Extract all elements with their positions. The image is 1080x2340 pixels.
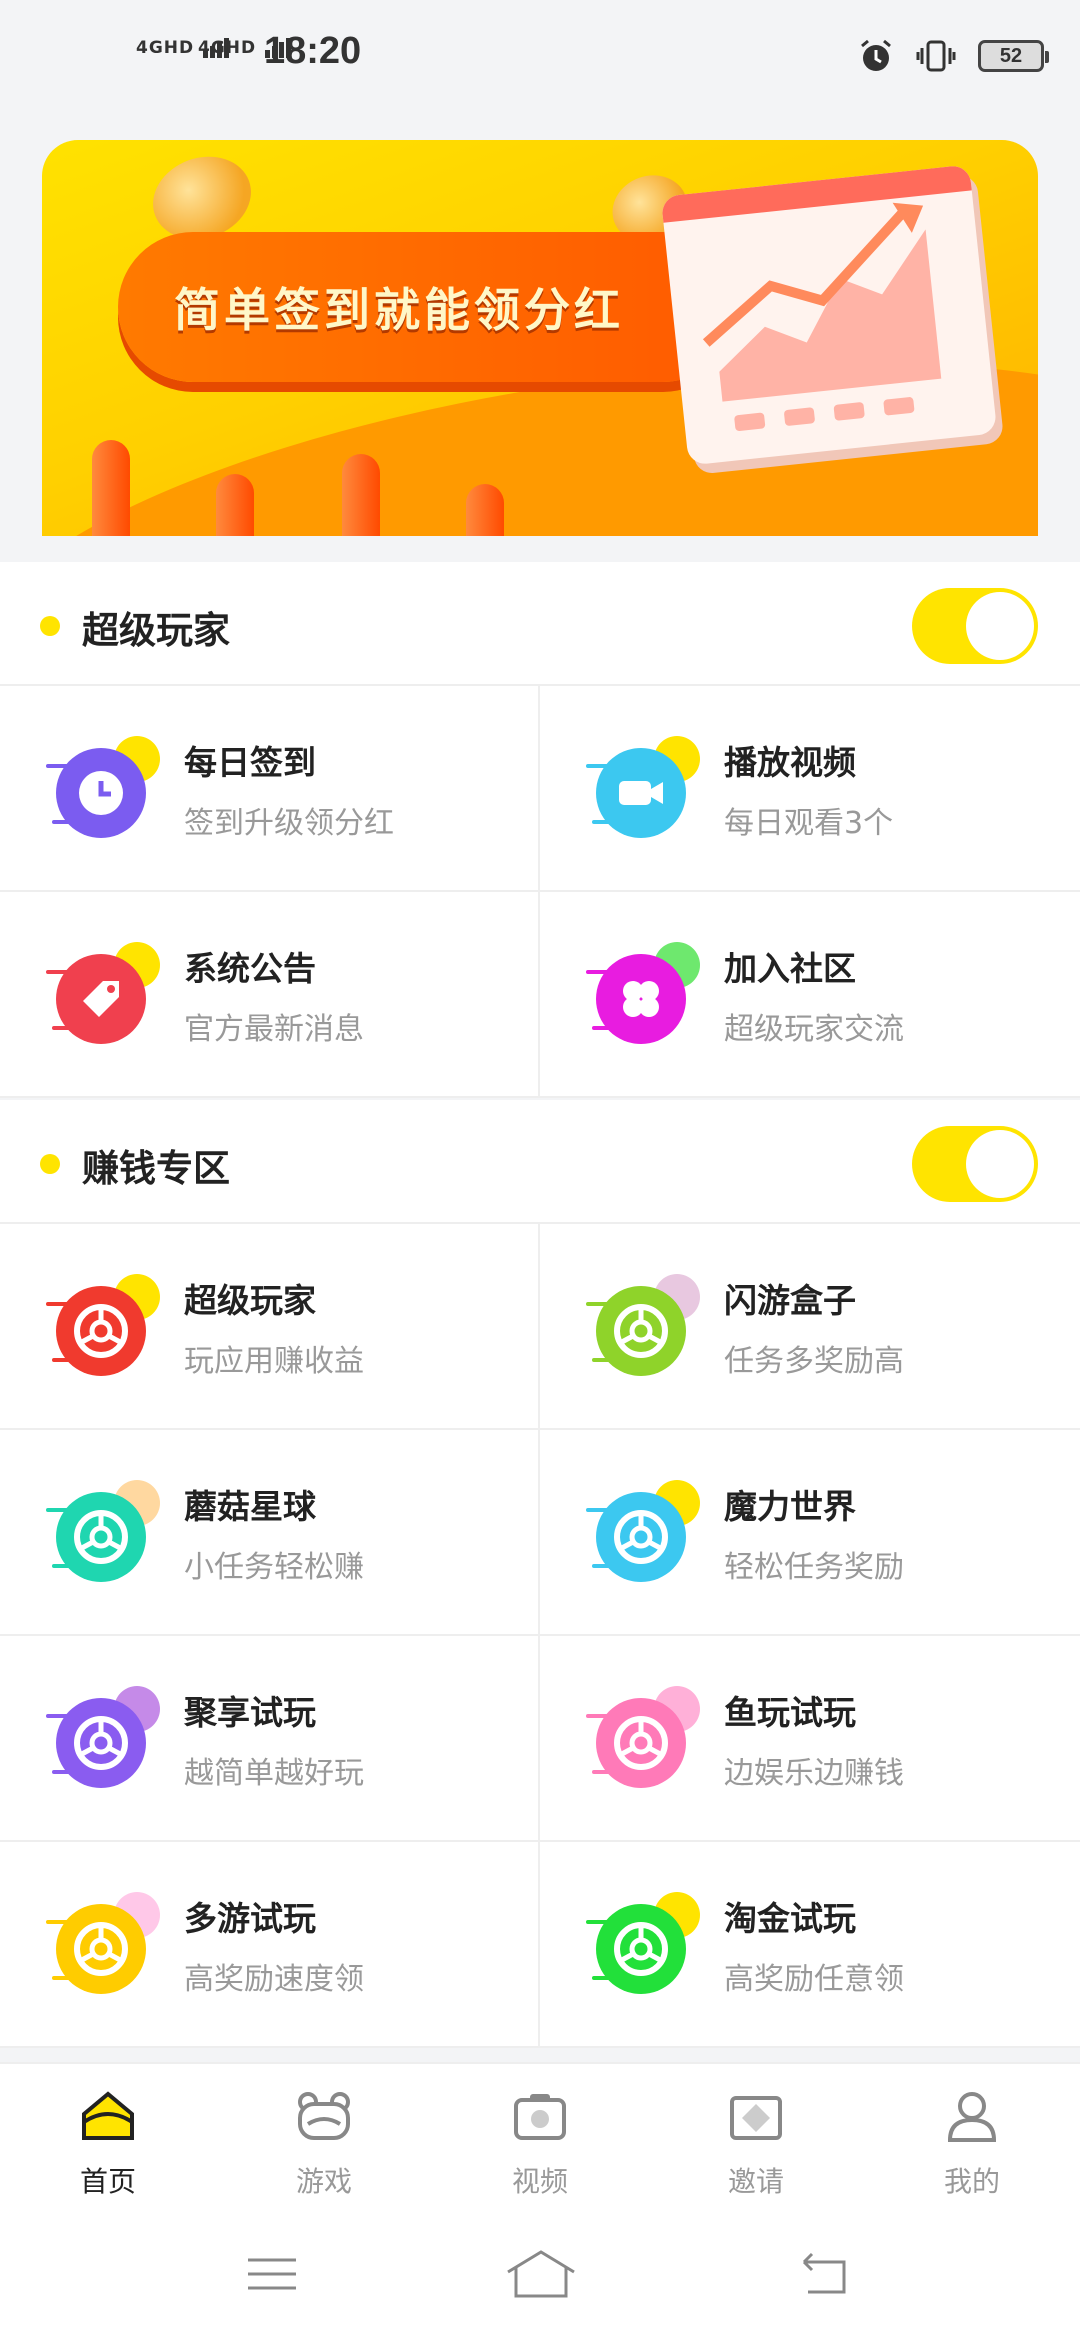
grid-item[interactable]: 闪游盒子任务多奖励高 xyxy=(540,1224,1080,1430)
column-decoration xyxy=(92,440,130,536)
menu-icon[interactable] xyxy=(244,2246,300,2302)
browser-icon xyxy=(46,1686,160,1796)
grid-item-subtitle: 轻松任务奖励 xyxy=(724,1550,904,1585)
section-toggle[interactable] xyxy=(912,588,1038,664)
grid-item-subtitle: 小任务轻松赚 xyxy=(184,1550,364,1585)
network-type-label: 4GHD xyxy=(136,38,195,58)
app-grid: 超级玩家 玩应用赚收益 闪游盒子 任务多奖励高 蘑菇星球 小任务轻松赚 魔力世界 轻松任务奖励… xyxy=(0,1224,1080,2048)
clover-icon xyxy=(586,942,700,1052)
grid-item-title: 多游试玩 xyxy=(184,1899,316,1938)
grid-item-title: 加入社区 xyxy=(724,949,856,988)
section-dot xyxy=(40,616,60,636)
grid-item[interactable]: 蘑菇星球小任务轻松赚 xyxy=(0,1430,540,1636)
grid-item-subtitle: 高奖励速度领 xyxy=(184,1962,364,1997)
browser-icon xyxy=(586,1892,700,2002)
grid-item[interactable]: 播放视频每日观看3个 xyxy=(540,686,1080,892)
system-nav-bar xyxy=(0,2212,1080,2340)
grid-item-title: 蘑菇星球 xyxy=(184,1487,316,1526)
browser-icon xyxy=(46,1892,160,2002)
back-icon[interactable] xyxy=(794,2246,854,2302)
network-type-label: 4GHD xyxy=(198,38,257,58)
nav-item-label: 游戏 xyxy=(295,2165,352,2198)
promo-banner[interactable]: 简单签到就能领分红 xyxy=(42,140,1038,536)
nav-item[interactable]: 邀请 xyxy=(648,2064,864,2212)
grid-item-title: 闪游盒子 xyxy=(724,1281,856,1320)
column-decoration xyxy=(342,454,380,536)
clock-icon xyxy=(46,736,160,846)
grid-item-subtitle: 高奖励任意领 xyxy=(724,1962,904,1997)
browser-icon xyxy=(586,1480,700,1590)
grid-item-subtitle: 玩应用赚收益 xyxy=(184,1344,364,1379)
section-toggle[interactable] xyxy=(912,1126,1038,1202)
section-title: 超级玩家 xyxy=(82,609,230,652)
browser-icon xyxy=(46,1274,160,1384)
grid-item-subtitle: 任务多奖励高 xyxy=(724,1344,904,1379)
nav-item[interactable]: 首页 xyxy=(0,2064,216,2212)
nav-item-label: 视频 xyxy=(511,2165,568,2198)
grid-item-subtitle: 边娱乐边赚钱 xyxy=(724,1756,904,1791)
status-bar: 4GHD 4GHD 18:20 52 xyxy=(0,0,1080,120)
grid-item[interactable]: 超级玩家玩应用赚收益 xyxy=(0,1224,540,1430)
grid-item-subtitle: 官方最新消息 xyxy=(184,1012,364,1047)
video-camera-icon xyxy=(586,736,700,846)
earn-zone-section: 赚钱专区 超级玩家 玩应用赚收益 闪游盒子 任务多奖励高 蘑菇星球 小任务轻松赚 魔力世界轻… xyxy=(0,1100,1080,2048)
browser-icon xyxy=(586,1686,700,1796)
grid-item-title: 魔力世界 xyxy=(724,1487,856,1526)
banner-headline: 简单签到就能领分红 xyxy=(174,283,624,337)
nav-item[interactable]: 我的 xyxy=(864,2064,1080,2212)
super-player-section: 超级玩家 每日签到 签到升级领分红 播放视频 每日观看3个 系统公告 官方最新消息 加入社区… xyxy=(0,562,1080,1098)
browser-icon xyxy=(586,1274,700,1384)
grid-item-title: 淘金试玩 xyxy=(724,1899,856,1938)
nav-item[interactable]: 视频 xyxy=(432,2064,648,2212)
tag-icon xyxy=(46,942,160,1052)
grid-item[interactable]: 加入社区超级玩家交流 xyxy=(540,892,1080,1098)
browser-icon xyxy=(46,1480,160,1590)
home-outline-icon[interactable] xyxy=(504,2246,578,2302)
grid-item[interactable]: 淘金试玩高奖励任意领 xyxy=(540,1842,1080,2048)
grid-item-title: 鱼玩试玩 xyxy=(724,1693,856,1732)
grid-item-subtitle: 越简单越好玩 xyxy=(184,1756,364,1791)
grid-item[interactable]: 多游试玩高奖励速度领 xyxy=(0,1842,540,2048)
nav-item-label: 邀请 xyxy=(727,2165,784,2198)
nav-item-label: 首页 xyxy=(79,2165,136,2198)
column-decoration xyxy=(216,474,254,536)
grid-item[interactable]: 每日签到签到升级领分红 xyxy=(0,686,540,892)
profile-icon xyxy=(942,2088,1002,2148)
grid-item-title: 聚享试玩 xyxy=(184,1693,316,1732)
grid-item[interactable]: 魔力世界轻松任务奖励 xyxy=(540,1430,1080,1636)
battery-level: 52 xyxy=(999,44,1023,67)
grid-item-title: 系统公告 xyxy=(184,949,316,988)
grid-item-subtitle: 签到升级领分红 xyxy=(184,806,394,841)
section-dot xyxy=(40,1154,60,1174)
grid-item-title: 超级玩家 xyxy=(184,1281,316,1320)
grid-item[interactable]: 聚享试玩越简单越好玩 xyxy=(0,1636,540,1842)
task-grid: 每日签到 签到升级领分红 播放视频 每日观看3个 系统公告 官方最新消息 加入社区 超级玩家交… xyxy=(0,686,1080,1098)
nav-item-label: 我的 xyxy=(943,2165,1000,2198)
battery-icon: 52 xyxy=(978,40,1049,72)
grid-item-subtitle: 超级玩家交流 xyxy=(724,1012,904,1047)
section-header: 赚钱专区 xyxy=(0,1100,1080,1224)
home-icon xyxy=(78,2088,138,2148)
grid-item[interactable]: 鱼玩试玩边娱乐边赚钱 xyxy=(540,1636,1080,1842)
game-icon xyxy=(294,2088,354,2148)
vibrate-icon xyxy=(916,40,956,72)
video-icon xyxy=(510,2088,570,2148)
grid-item-title: 播放视频 xyxy=(724,743,856,782)
banner-headline-pill: 简单签到就能领分红 xyxy=(118,232,738,382)
column-decoration xyxy=(466,484,504,536)
nav-item[interactable]: 游戏 xyxy=(216,2064,432,2212)
invite-icon xyxy=(726,2088,786,2148)
grid-item-subtitle: 每日观看3个 xyxy=(724,806,894,841)
alarm-icon xyxy=(861,39,891,71)
bottom-nav: 首页 游戏 视频 邀请 我的 xyxy=(0,2062,1080,2212)
section-header: 超级玩家 xyxy=(0,562,1080,686)
calendar-chart-illustration xyxy=(660,164,998,466)
status-time: 18:20 xyxy=(264,30,362,72)
grid-item[interactable]: 系统公告官方最新消息 xyxy=(0,892,540,1098)
grid-item-title: 每日签到 xyxy=(184,743,316,782)
section-title: 赚钱专区 xyxy=(82,1147,230,1190)
